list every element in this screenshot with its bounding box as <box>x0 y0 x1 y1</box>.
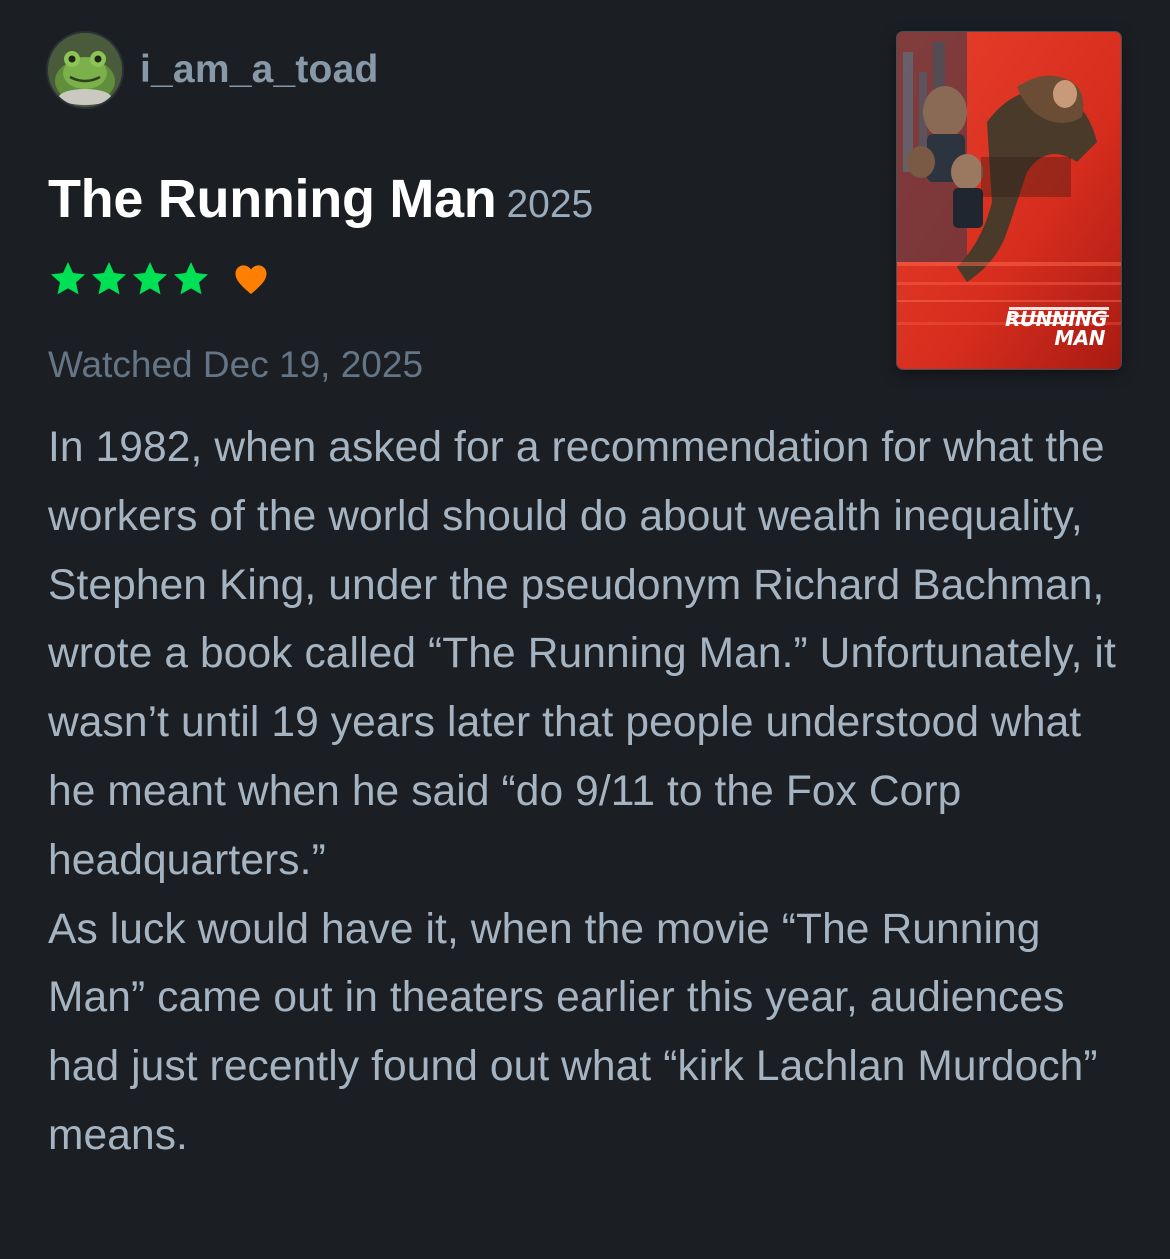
film-year[interactable]: 2025 <box>506 183 593 226</box>
toad-avatar-icon[interactable] <box>48 33 122 107</box>
poster-logo: RUNNING MAN <box>1005 309 1108 350</box>
review-paragraph: As luck would have it, when the movie “T… <box>48 905 1098 1159</box>
poster-logo-line2: MAN <box>1054 325 1105 350</box>
star-icon <box>171 259 211 299</box>
heart-icon <box>232 260 270 298</box>
rating-row <box>48 258 270 300</box>
review-author[interactable]: i_am_a_toad <box>48 32 379 108</box>
review-body: In 1982, when asked for a recommendation… <box>48 414 1128 1171</box>
film-poster[interactable]: RUNNING MAN <box>897 32 1121 369</box>
review-paragraph: In 1982, when asked for a recommendation… <box>48 424 1116 884</box>
star-icon <box>89 259 129 299</box>
film-title[interactable]: The Running Man <box>48 169 497 229</box>
star-icon <box>48 259 88 299</box>
film-heading: The Running Man 2025 <box>48 168 593 230</box>
star-icon <box>130 259 170 299</box>
watched-date: Watched Dec 19, 2025 <box>48 344 424 385</box>
star-rating <box>48 259 212 299</box>
review-card: i_am_a_toad The Running Man 2025 Watched … <box>0 0 1170 1259</box>
username[interactable]: i_am_a_toad <box>140 48 379 92</box>
